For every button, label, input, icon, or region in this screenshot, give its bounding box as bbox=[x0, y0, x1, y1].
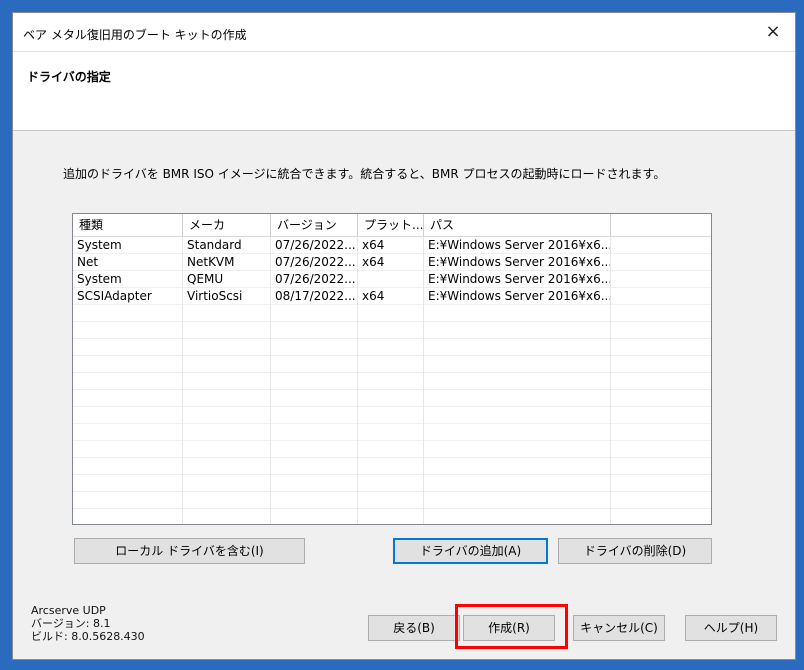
close-icon[interactable]: × bbox=[753, 13, 793, 51]
column-header-type[interactable]: 種類 bbox=[73, 214, 183, 236]
cell-platform: x64 bbox=[358, 254, 424, 271]
cell-path: E:¥Windows Server 2016¥x6... bbox=[424, 271, 611, 288]
product-version: バージョン: 8.1 bbox=[31, 617, 111, 630]
product-build: ビルド: 8.0.5628.430 bbox=[31, 630, 145, 643]
cell-platform: x64 bbox=[358, 288, 424, 305]
wizard-header: ドライバの指定 bbox=[13, 52, 795, 131]
column-header-filler bbox=[611, 214, 711, 236]
cell-vendor: QEMU bbox=[183, 271, 271, 288]
help-button[interactable]: ヘルプ(H) bbox=[685, 615, 777, 641]
create-button-highlight bbox=[455, 604, 568, 649]
product-name: Arcserve UDP bbox=[31, 604, 106, 617]
table-row[interactable]: Net NetKVM 07/26/2022... x64 E:¥Windows … bbox=[73, 254, 711, 271]
driver-list-header: 種類 メーカ バージョン プラット... パス bbox=[73, 214, 711, 237]
title-bar: ベア メタル復旧用のブート キットの作成 × bbox=[13, 13, 795, 52]
column-header-version[interactable]: バージョン bbox=[271, 214, 358, 236]
cell-type: System bbox=[73, 237, 183, 254]
column-header-path[interactable]: パス bbox=[424, 214, 611, 236]
cancel-button[interactable]: キャンセル(C) bbox=[573, 615, 665, 641]
cell-path: E:¥Windows Server 2016¥x6... bbox=[424, 237, 611, 254]
cell-path: E:¥Windows Server 2016¥x6... bbox=[424, 288, 611, 305]
cell-version: 08/17/2022... bbox=[271, 288, 358, 305]
delete-driver-button[interactable]: ドライバの削除(D) bbox=[558, 538, 712, 564]
cell-platform: x64 bbox=[358, 237, 424, 254]
cell-type: SCSIAdapter bbox=[73, 288, 183, 305]
cell-type: System bbox=[73, 271, 183, 288]
cell-type: Net bbox=[73, 254, 183, 271]
product-info: Arcserve UDP バージョン: 8.1 ビルド: 8.0.5628.43… bbox=[31, 604, 145, 643]
include-local-drivers-button[interactable]: ローカル ドライバを含む(I) bbox=[74, 538, 305, 564]
window-title: ベア メタル復旧用のブート キットの作成 bbox=[23, 28, 247, 42]
table-row[interactable]: System QEMU 07/26/2022... E:¥Windows Ser… bbox=[73, 271, 711, 288]
page-title: ドライバの指定 bbox=[27, 70, 111, 84]
driver-list-body: System Standard 07/26/2022... x64 E:¥Win… bbox=[73, 237, 711, 524]
driver-list[interactable]: 種類 メーカ バージョン プラット... パス System Standard … bbox=[72, 213, 712, 525]
add-driver-button[interactable]: ドライバの追加(A) bbox=[393, 538, 548, 564]
cell-vendor: Standard bbox=[183, 237, 271, 254]
dialog-window: ベア メタル復旧用のブート キットの作成 × ドライバの指定 追加のドライバを … bbox=[12, 12, 796, 660]
cell-platform bbox=[358, 271, 424, 288]
cell-version: 07/26/2022... bbox=[271, 237, 358, 254]
cell-path: E:¥Windows Server 2016¥x6... bbox=[424, 254, 611, 271]
cell-vendor: NetKVM bbox=[183, 254, 271, 271]
cell-vendor: VirtioScsi bbox=[183, 288, 271, 305]
cell-version: 07/26/2022... bbox=[271, 271, 358, 288]
cell-version: 07/26/2022... bbox=[271, 254, 358, 271]
description-text: 追加のドライバを BMR ISO イメージに統合できます。統合すると、BMR プ… bbox=[63, 167, 666, 181]
column-header-vendor[interactable]: メーカ bbox=[183, 214, 271, 236]
table-row[interactable]: SCSIAdapter VirtioScsi 08/17/2022... x64… bbox=[73, 288, 711, 305]
table-row[interactable]: System Standard 07/26/2022... x64 E:¥Win… bbox=[73, 237, 711, 254]
back-button[interactable]: 戻る(B) bbox=[368, 615, 460, 641]
column-header-platform[interactable]: プラット... bbox=[358, 214, 424, 236]
